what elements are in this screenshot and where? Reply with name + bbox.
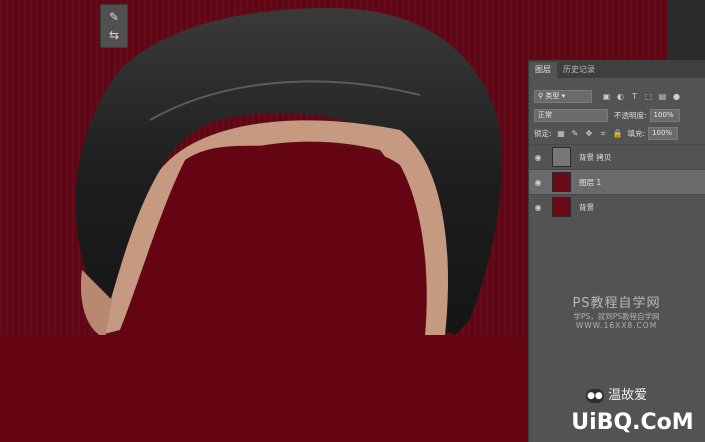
- adjustment-icon[interactable]: ◐: [616, 92, 625, 101]
- shape-icon[interactable]: ⬚: [644, 92, 653, 101]
- text-icon[interactable]: T: [630, 92, 639, 101]
- tab-layers[interactable]: 图层: [529, 62, 557, 78]
- layer-thumbnail: [552, 172, 571, 192]
- watermark-url: WWW.16XX8.COM: [575, 321, 658, 330]
- eye-icon[interactable]: ◉: [529, 178, 547, 187]
- eye-icon[interactable]: ◉: [529, 203, 547, 212]
- layer-row[interactable]: ◉ 背景 拷贝: [529, 144, 705, 169]
- lock-label: 锁定:: [534, 128, 552, 138]
- dot-icon[interactable]: ●: [672, 92, 681, 101]
- fill-input[interactable]: 100%: [648, 126, 679, 140]
- blend-mode-select[interactable]: 正常: [534, 108, 608, 122]
- tab-history[interactable]: 历史记录: [557, 62, 601, 78]
- layer-name: 背景 拷贝: [579, 152, 612, 162]
- watermark-wechat: ●● 温故爱: [528, 384, 705, 403]
- blend-mode-value: 正常: [538, 110, 552, 119]
- tool-strip: ✎ ⇆: [100, 4, 128, 48]
- lock-all-icon[interactable]: 🔒: [613, 129, 623, 138]
- blend-row: 正常 不透明度: 100%: [529, 106, 705, 124]
- lock-row: 锁定: ▦ ✎ ✥ ⌗ 🔒 填充: 100%: [529, 124, 705, 142]
- filter-kind-select[interactable]: ⚲ 类型 ▾: [534, 89, 592, 103]
- wechat-icon: ●●: [585, 388, 604, 403]
- opacity-label: 不透明度:: [614, 110, 647, 120]
- lock-paint-icon[interactable]: ✎: [571, 129, 580, 138]
- bottom-fill: [0, 335, 528, 442]
- site-logo: UiBQ.CoM: [571, 410, 694, 435]
- lock-move-icon[interactable]: ✥: [585, 129, 594, 138]
- dark-edge: [668, 0, 705, 60]
- watermark-title: PS教程自学网: [572, 296, 661, 311]
- wechat-name: 温故爱: [608, 388, 648, 403]
- eye-icon[interactable]: ◉: [529, 153, 547, 162]
- lock-artboard-icon[interactable]: ⌗: [599, 129, 608, 138]
- search-icon: ⚲: [538, 91, 544, 100]
- image-icon[interactable]: ▣: [602, 92, 611, 101]
- filter-kind-label: 类型: [545, 91, 560, 100]
- lock-transparent-icon[interactable]: ▦: [557, 129, 566, 138]
- brush-icon[interactable]: ✎: [106, 10, 122, 24]
- layer-name: 图层 1: [579, 177, 602, 187]
- fill-value: 100%: [652, 128, 673, 137]
- adjust-icon[interactable]: ⇆: [106, 28, 122, 42]
- fill-label: 填充:: [627, 128, 646, 138]
- layer-row[interactable]: ◉ 图层 1: [529, 169, 705, 194]
- filter-row: ⚲ 类型 ▾ ▣ ◐ T ⬚ ▤ ●: [529, 87, 705, 105]
- smart-object-icon[interactable]: ▤: [658, 92, 667, 101]
- layer-thumbnail: [552, 197, 571, 217]
- layer-thumbnail: [552, 147, 571, 167]
- layer-row[interactable]: ◉ 背景: [529, 194, 705, 219]
- opacity-value: 100%: [653, 110, 674, 119]
- opacity-input[interactable]: 100%: [649, 108, 680, 122]
- panel-tabs: 图层 历史记录: [529, 60, 705, 78]
- layer-name: 背景: [579, 202, 594, 212]
